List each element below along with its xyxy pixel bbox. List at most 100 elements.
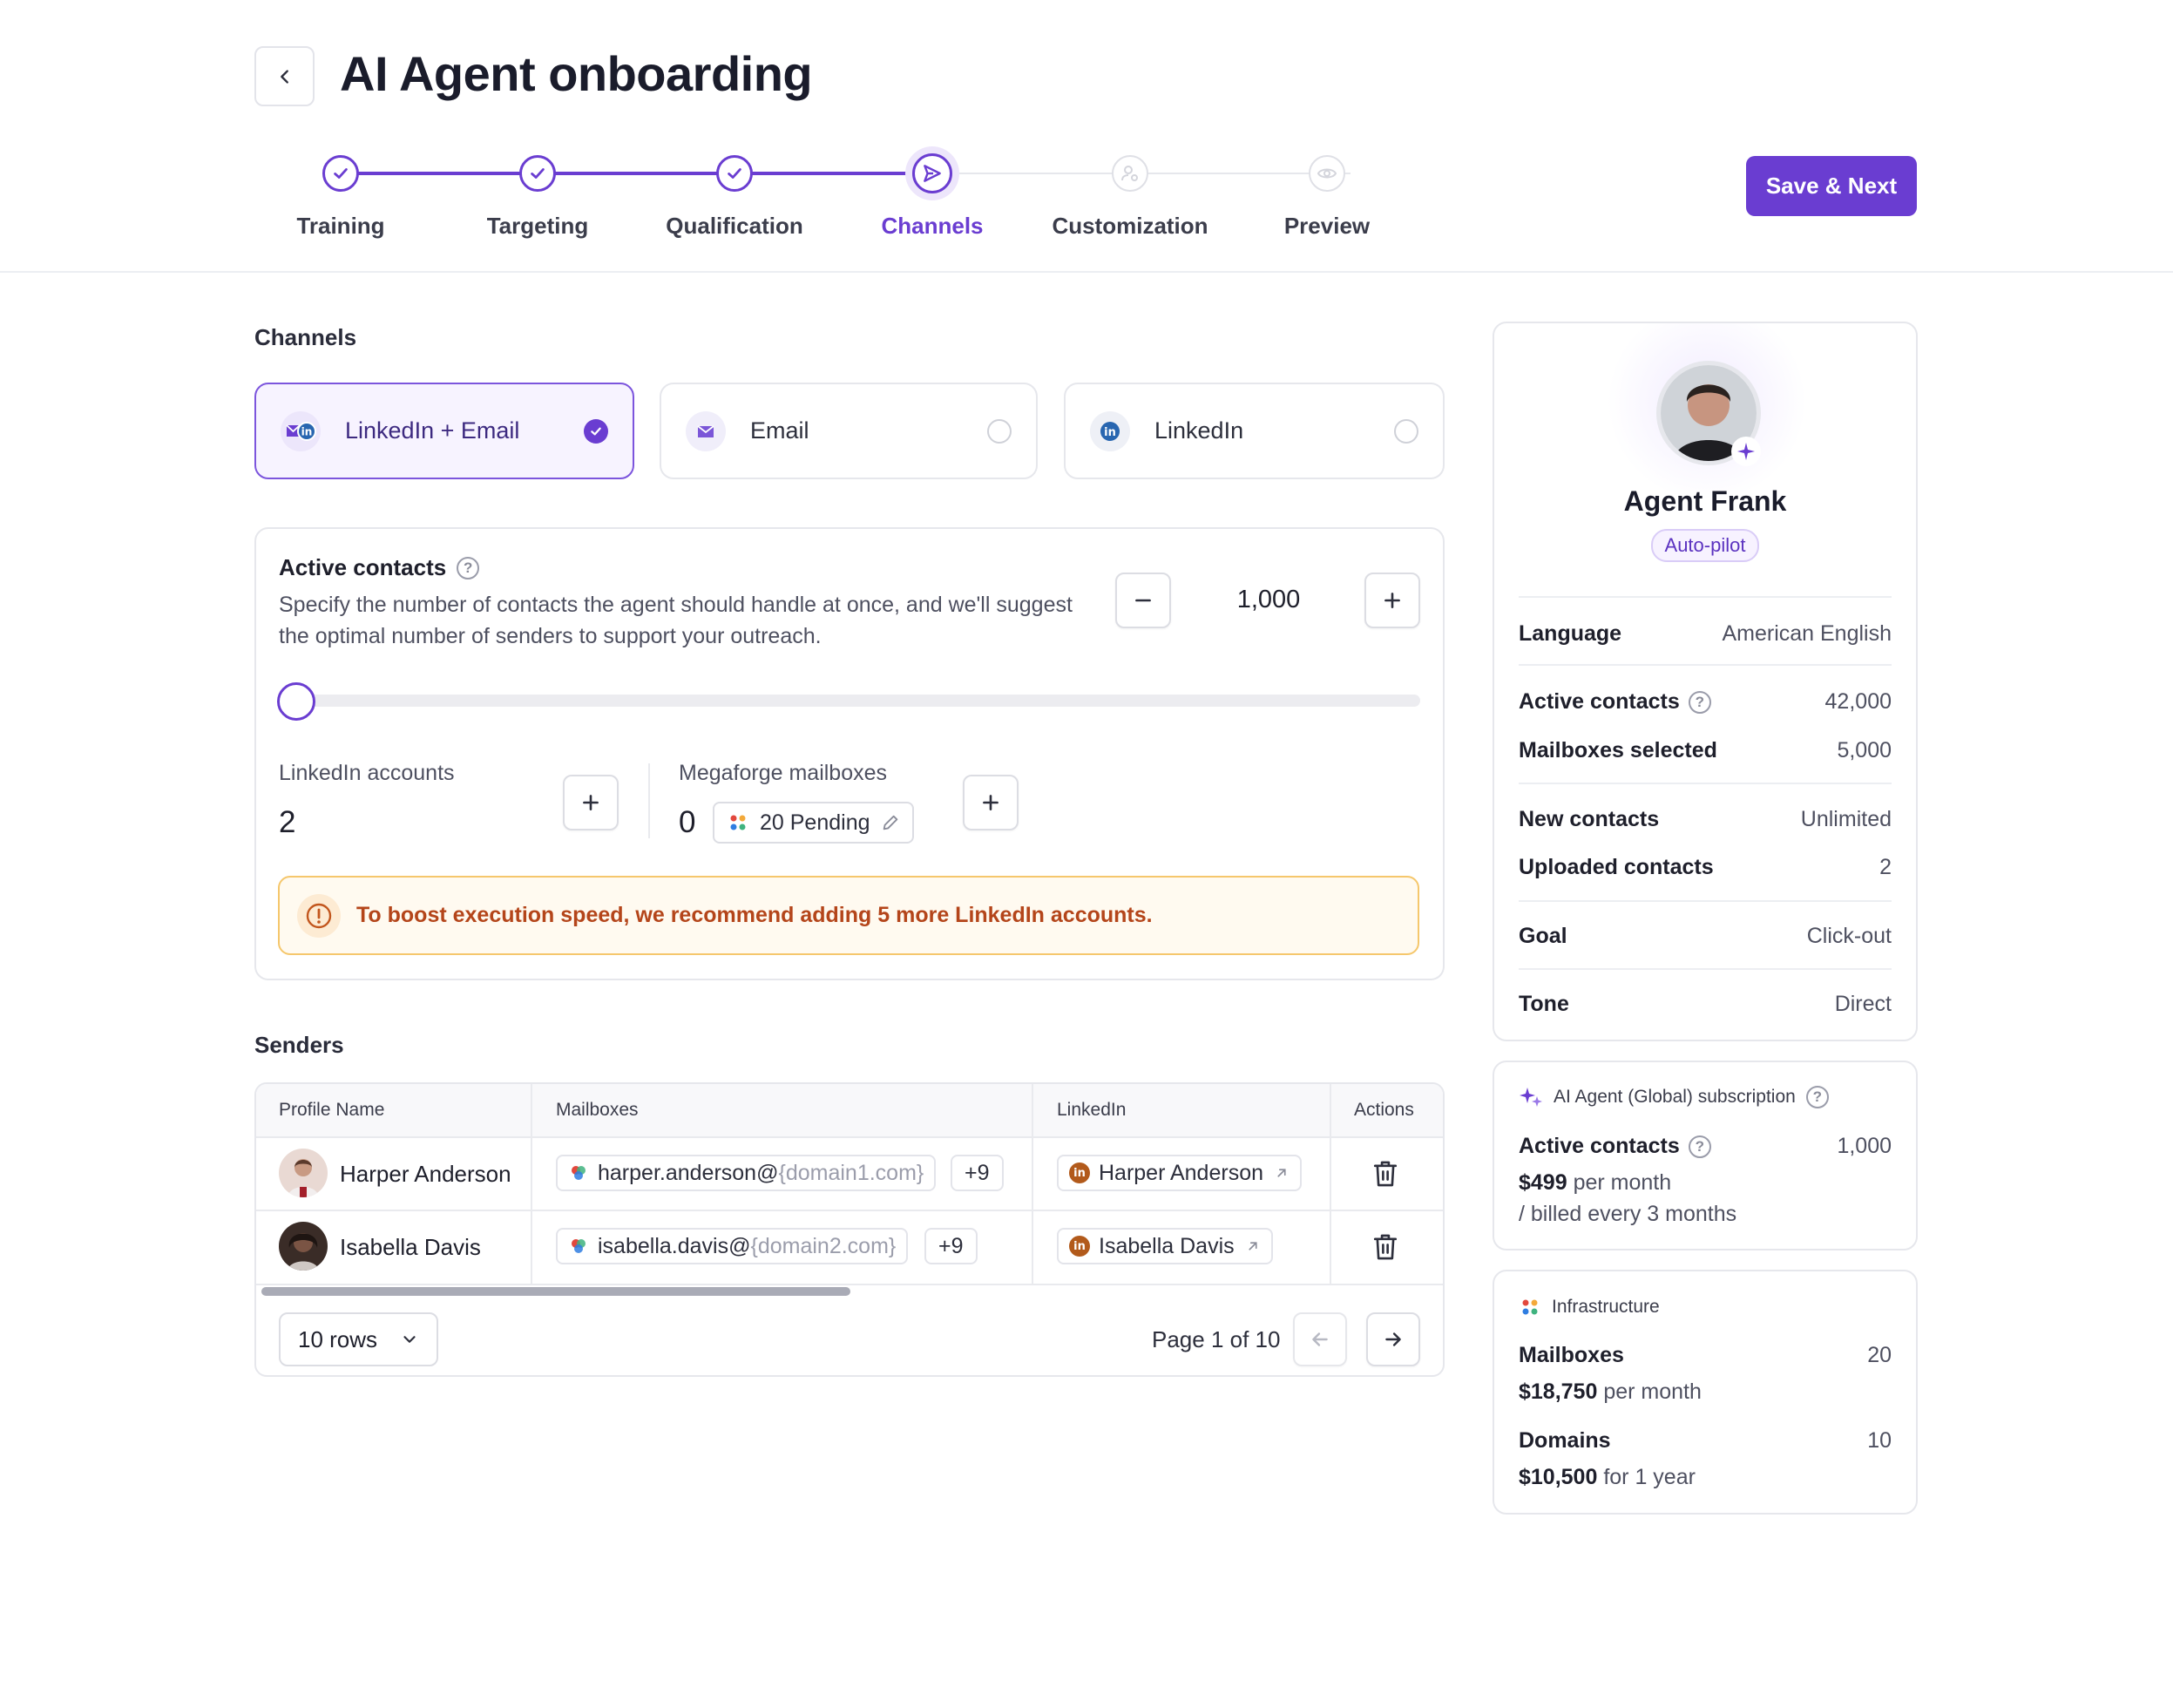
subscription-price-line: $499 per month — [1519, 1170, 1671, 1196]
column-divider — [531, 1084, 532, 1285]
sparkle-badge-icon — [1731, 437, 1761, 466]
mailbox-user: isabella.davis@ — [598, 1233, 751, 1258]
pending-mailboxes-chip[interactable]: 20 Pending — [713, 802, 914, 844]
rows-select-value: 10 rows — [298, 1325, 378, 1352]
help-icon[interactable]: ? — [1805, 1086, 1829, 1108]
plus-icon — [583, 795, 599, 810]
channel-label: Email — [750, 417, 809, 444]
step-customization-circle[interactable] — [1112, 155, 1148, 192]
subscription-contacts-key-wrap: Active contacts? — [1519, 1134, 1711, 1159]
megaforge-mailboxes-value: 0 — [679, 805, 696, 839]
detail-value: Direct — [1834, 992, 1892, 1016]
add-linkedin-account-button[interactable] — [563, 775, 619, 830]
linkedin-profile-chip[interactable]: in Harper Anderson — [1057, 1155, 1303, 1191]
active-contacts-title: Active contacts — [279, 554, 447, 580]
step-qualification-circle[interactable] — [716, 155, 753, 192]
senders-section-label: Senders — [254, 1032, 344, 1058]
contacts-slider-thumb[interactable] — [277, 682, 315, 721]
row-divider — [256, 1136, 1443, 1138]
trash-icon — [1373, 1161, 1398, 1187]
eye-icon — [1317, 168, 1337, 179]
channel-option-email[interactable]: Email — [660, 383, 1038, 479]
radio-unchecked-icon[interactable] — [987, 418, 1012, 444]
table-header — [256, 1084, 1443, 1136]
horizontal-scrollbar[interactable] — [261, 1287, 850, 1296]
step-targeting-label: Targeting — [486, 213, 589, 239]
mailbox-chip[interactable]: isabella.davis@ {domain2.com} — [556, 1228, 909, 1264]
panel-divider — [1519, 783, 1892, 784]
arrow-left-icon — [1312, 1332, 1328, 1346]
detail-row-uploaded-contacts: Uploaded contacts 2 — [1519, 855, 1892, 880]
arrow-right-icon — [1385, 1332, 1401, 1346]
column-header-profile-name: Profile Name — [279, 1084, 385, 1136]
step-preview-label: Preview — [1283, 213, 1371, 239]
contacts-slider-track[interactable] — [296, 695, 1420, 707]
panel-divider — [1519, 968, 1892, 970]
channel-option-linkedin-email[interactable]: in LinkedIn + Email — [254, 383, 634, 479]
detail-value: 2 — [1879, 855, 1892, 879]
agent-summary-panel: Agent Frank Auto-pilot Language American … — [1493, 322, 1918, 1041]
linkedin-profile-chip[interactable]: in Isabella Davis — [1057, 1228, 1273, 1264]
detail-row-goal: Goal Click-out — [1519, 924, 1892, 949]
step-preview-circle[interactable] — [1309, 155, 1345, 192]
step-training-label: Training — [296, 213, 385, 239]
linkedin-icon: in — [1069, 1236, 1090, 1257]
detail-key: Language — [1519, 621, 1622, 646]
back-button[interactable] — [254, 46, 315, 106]
external-link-icon — [1277, 1169, 1286, 1177]
user-settings-icon — [1121, 166, 1138, 181]
domains-value: 10 — [1867, 1428, 1892, 1453]
detail-row-new-contacts: New contacts Unlimited — [1519, 807, 1892, 832]
radio-checked-icon[interactable] — [584, 418, 608, 444]
detail-value: American English — [1722, 621, 1892, 646]
mailboxes-price-line: $18,750 per month — [1519, 1379, 1702, 1405]
linkedin-profile-name: Harper Anderson — [1099, 1160, 1264, 1185]
step-customization-label: Customization — [1052, 213, 1208, 239]
delete-button[interactable] — [1371, 1232, 1399, 1266]
chevron-left-icon — [280, 69, 288, 84]
next-page-button[interactable] — [1366, 1312, 1420, 1366]
detail-value: 5,000 — [1837, 738, 1892, 762]
step-training-circle[interactable] — [322, 155, 359, 192]
mailbox-user: harper.anderson@ — [598, 1160, 779, 1185]
contacts-value[interactable]: 1,000 — [1181, 586, 1356, 614]
infrastructure-panel: Infrastructure Mailboxes 20 $18,750 per m… — [1493, 1270, 1918, 1515]
domains-label: Domains — [1519, 1428, 1611, 1453]
infrastructure-mailboxes-row: Mailboxes 20 — [1519, 1343, 1892, 1368]
trash-icon — [1373, 1234, 1398, 1260]
channel-label: LinkedIn + Email — [345, 417, 520, 444]
decrement-button[interactable] — [1115, 573, 1171, 628]
step-targeting-circle[interactable] — [519, 155, 556, 192]
step-channels-circle[interactable] — [912, 153, 952, 193]
save-next-button[interactable]: Save & Next — [1746, 156, 1917, 216]
mailboxes-label: Mailboxes — [1519, 1343, 1624, 1367]
mailbox-chip[interactable]: harper.anderson@ {domain1.com} — [556, 1155, 937, 1191]
warning-icon — [297, 893, 341, 938]
detail-key-wrap: Active contacts? — [1519, 689, 1711, 715]
sender-name: Isabella Davis — [340, 1234, 481, 1260]
previous-page-button[interactable] — [1293, 1312, 1347, 1366]
more-mailboxes-chip[interactable]: +9 — [951, 1155, 1004, 1191]
column-header-linkedin: LinkedIn — [1057, 1084, 1127, 1136]
pencil-icon — [883, 815, 898, 830]
more-mailboxes-chip[interactable]: +9 — [924, 1228, 978, 1264]
help-icon[interactable]: ? — [1688, 1135, 1711, 1158]
increment-button[interactable] — [1364, 573, 1420, 628]
infrastructure-title: Infrastructure — [1552, 1297, 1660, 1317]
senders-table: Profile Name Mailboxes LinkedIn Actions … — [254, 1082, 1445, 1377]
active-contacts-description: Specify the number of contacts the agent… — [279, 593, 1073, 648]
linkedin-accounts-value: 2 — [279, 805, 296, 839]
svg-text:in: in — [1104, 426, 1116, 439]
rows-per-page-select[interactable]: 10 rows — [279, 1312, 438, 1366]
help-icon[interactable]: ? — [457, 556, 480, 580]
radio-unchecked-icon[interactable] — [1394, 418, 1418, 444]
add-mailbox-button[interactable] — [963, 775, 1019, 830]
delete-button[interactable] — [1371, 1159, 1399, 1193]
help-icon[interactable]: ? — [1688, 690, 1711, 714]
mailboxes-value: 20 — [1867, 1343, 1892, 1367]
row-divider — [256, 1284, 1443, 1285]
linkedin-accounts-label: LinkedIn accounts — [279, 761, 455, 785]
linkedin-icon: in — [1069, 1162, 1090, 1183]
sender-name: Harper Anderson — [340, 1161, 511, 1187]
channel-option-linkedin[interactable]: in LinkedIn — [1064, 383, 1445, 479]
